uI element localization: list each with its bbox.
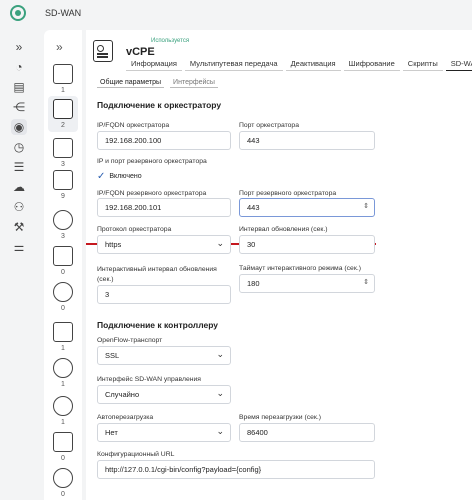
list-icon[interactable]: ☰ [11,159,27,175]
device-type-item[interactable]: 0 [48,246,78,276]
cloud-icon[interactable]: ☁ [11,179,27,195]
update-interval-label: Интервал обновления (сек.) [239,226,328,233]
dashboard-icon[interactable]: ◔ [11,59,27,75]
device-type-item[interactable]: 9 [48,170,78,200]
section-orchestrator-title: Подключение к оркестратору [97,100,222,110]
device-type-item[interactable]: 3 [48,210,78,240]
chip-icon [53,282,73,302]
update-interval-input[interactable]: 30 [239,235,375,254]
ip-orch-label: IP/FQDN оркестратора [97,122,170,129]
port-orch-label: Порт оркестратора [239,122,299,129]
tab-sdwan[interactable]: SD-WAN [445,59,472,71]
tab-info[interactable]: Информация [126,59,182,71]
checkbox-label: Включено [109,173,142,180]
device-type-item[interactable]: 1 [48,322,78,352]
network-icon [53,432,73,452]
device-type-item[interactable]: 1 [48,396,78,426]
nav-rail: » ◔ ▤ ⋲ ◉ ◷ ☰ ☁ ⚇ ⚒ ⚌ [0,36,38,500]
reboot-time-label: Время перезагрузки (сек.) [239,414,322,421]
config-url-label: Конфигурационный URL [97,451,175,458]
cpe-icon [53,99,73,119]
interactive-interval-input[interactable]: 3 [97,285,231,304]
lock-icon [53,322,73,342]
ip-orch-input[interactable]: 192.168.200.100 [97,131,231,150]
subtab-interfaces[interactable]: Интерфейсы [170,79,218,88]
document-icon[interactable]: ▤ [11,79,27,95]
interactive-timeout-input[interactable]: 180 [239,274,375,293]
users-icon[interactable]: ⚇ [11,199,27,215]
ip-backup-label: IP/FQDN резервного оркестратора [97,190,207,197]
location-icon[interactable]: ◉ [11,119,27,135]
backup-orch-label: IP и порт резервного оркестратора [97,158,207,165]
share-icon[interactable]: ⋲ [11,99,27,115]
router-icon [53,64,73,84]
device-icon [93,40,113,62]
port-backup-input[interactable]: 443 [239,198,375,217]
device-type-item[interactable]: 0 [48,468,78,498]
device-settings: Используется vCPE Информация Мультипутев… [86,30,472,500]
settings-sliders-icon[interactable]: ⚌ [11,239,27,255]
wrench-icon[interactable]: ⚒ [11,219,27,235]
mgmt-iface-select[interactable]: Случайно [97,385,231,404]
port-backup-label: Порт резервного оркестратора [239,190,337,197]
device-name: vCPE [126,46,155,58]
openflow-label: OpenFlow-транспорт [97,337,163,344]
server-icon [53,170,73,190]
backup-orch-checkbox[interactable]: ✓ Включено [97,171,142,182]
device-type-item[interactable]: 0 [48,432,78,462]
tab-encryption[interactable]: Шифрование [343,59,400,71]
autoreboot-label: Автоперезагрузка [97,414,154,421]
tab-scripts[interactable]: Скрипты [402,59,443,71]
ip-icon [53,246,73,266]
reboot-time-input[interactable]: 86400 [239,423,375,442]
interactive-interval-label: Интерактивный интервал обновления (сек.) [97,266,217,283]
expand-icon[interactable]: » [11,39,27,55]
proto-select[interactable]: https [97,235,231,254]
device-type-item[interactable]: 1 [48,64,78,94]
checkmark-icon: ✓ [97,171,106,182]
device-type-item[interactable]: 1 [48,358,78,388]
device-type-item[interactable]: 3 [48,138,78,168]
subtab-bar: Общие параметры Интерфейсы [97,79,224,88]
clock-icon[interactable]: ◷ [11,139,27,155]
device-type-item[interactable]: 0 [48,282,78,312]
ip-backup-input[interactable]: 192.168.200.101 [97,198,231,217]
cloud-gateway-icon [53,358,73,378]
interactive-timeout-label: Таймаут интерактивного режима (сек.) [239,265,361,272]
proto-label: Протокол оркестратора [97,226,172,233]
device-type-panel: » 1 2 3 9 3 0 0 1 1 1 0 0 [44,30,82,500]
device-type-item[interactable]: 2 [48,96,78,132]
config-url-input[interactable]: http://127.0.0.1/cgi-bin/config?payload=… [97,460,375,479]
autoreboot-select[interactable]: Нет [97,423,231,442]
mgmt-iface-label: Интерфейс SD-WAN управления [97,376,201,383]
cloud-upload-icon [53,396,73,416]
topology-icon [53,468,73,488]
switch-icon [53,138,73,158]
tab-multipath[interactable]: Мультипутевая передача [184,59,283,71]
tab-bar: Информация Мультипутевая передача Деакти… [126,59,472,71]
port-orch-input[interactable]: 443 [239,131,375,150]
app-logo [10,5,26,21]
collapse-icon[interactable]: » [56,40,63,54]
tab-deactivation[interactable]: Деактивация [285,59,341,71]
openflow-select[interactable]: SSL [97,346,231,365]
top-bar: SD-WAN [0,0,472,26]
section-controller-title: Подключение к контроллеру [97,320,219,330]
status-badge: Используется [151,38,190,44]
subtab-general[interactable]: Общие параметры [97,79,165,88]
hub-icon [53,210,73,230]
app-title: SD-WAN [45,8,82,18]
